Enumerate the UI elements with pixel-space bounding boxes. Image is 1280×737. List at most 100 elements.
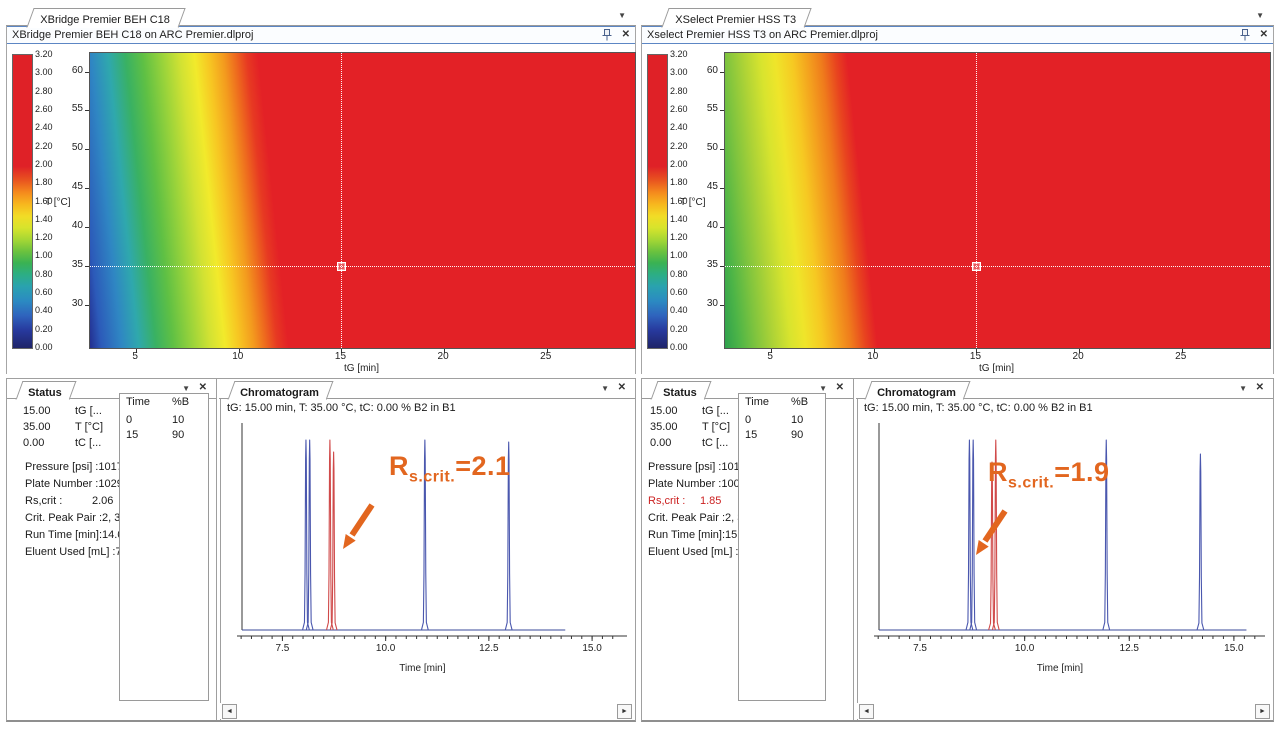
map-y-tick (720, 227, 724, 228)
chromatogram-tab-strip: Chromatogram ▼ ✕ (856, 379, 1273, 399)
colorbar-tick-label: 1.80 (670, 177, 688, 187)
colorbar-tick-label: 2.20 (670, 141, 688, 151)
map-x-tick-label: 5 (132, 351, 138, 362)
map-y-ticks: 60555045403530 (698, 52, 720, 347)
resolution-map: 3.203.002.802.602.402.202.001.801.601.40… (642, 44, 1273, 374)
annotation-sub: s.crit. (1008, 474, 1054, 491)
status-chromatogram-window: Status ▼ ✕ 15.00tG [...35.00T [°C]0.00tC… (641, 378, 1274, 722)
gradient-percent-cell: 10 (172, 414, 184, 426)
close-icon[interactable]: ✕ (199, 382, 207, 393)
status-param-label: Crit. Peak Pair : (648, 510, 725, 527)
status-input-label: T [°C] (702, 421, 730, 433)
map-x-tick-label: 5 (767, 351, 773, 362)
status-panel: Status ▼ ✕ 15.00tG [...35.00T [°C]0.00tC… (7, 379, 216, 720)
panel-menu-icon[interactable]: ▼ (1239, 384, 1247, 393)
scroll-left-button[interactable]: ◄ (222, 704, 237, 719)
status-input-label: tG [... (75, 405, 102, 417)
colorbar-tick-label: 2.60 (670, 104, 688, 114)
chromatogram-peak (1197, 454, 1204, 630)
rs-crit-annotation: Rs.crit.=1.9 (988, 457, 1110, 492)
gradient-table-header-time: Time (745, 396, 791, 408)
map-plot[interactable] (724, 52, 1271, 349)
chromatogram-tab[interactable]: Chromatogram (228, 381, 334, 400)
scroll-left-button[interactable]: ◄ (859, 704, 874, 719)
scroll-right-button[interactable]: ► (617, 704, 632, 719)
panel-menu-icon[interactable]: ▼ (601, 384, 609, 393)
close-icon[interactable]: ✕ (622, 30, 630, 40)
status-input-label: tG [... (702, 405, 729, 417)
pin-icon[interactable] (602, 29, 612, 41)
status-param-label: Eluent Used [mL] : (25, 544, 116, 561)
close-icon[interactable]: ✕ (1260, 30, 1268, 40)
pin-icon[interactable] (1240, 29, 1250, 41)
gradient-table-header: Time%B (739, 394, 825, 413)
status-tab-label: Status (28, 387, 62, 399)
colorbar-tick-label: 1.20 (35, 232, 53, 242)
status-tab-label: Status (663, 387, 697, 399)
chrom-x-tick-label: 10.0 (376, 643, 396, 654)
chromatogram-tab-label: Chromatogram (877, 387, 956, 399)
colorbar-tick-label: 0.20 (35, 324, 53, 334)
chromatogram-tab[interactable]: Chromatogram (865, 381, 971, 400)
map-y-tick (85, 305, 89, 306)
map-y-tick (85, 72, 89, 73)
panel-menu-icon[interactable]: ▼ (182, 384, 190, 393)
document-tab-label: XBridge Premier BEH C18 (40, 14, 170, 26)
status-tab[interactable]: Status (16, 381, 77, 400)
gradient-time-cell: 15 (126, 428, 172, 443)
chrom-x-tick-label: 12.5 (479, 643, 499, 654)
colorbar-tick-label: 2.60 (35, 104, 53, 114)
gradient-time-cell: 0 (745, 413, 791, 428)
cursor-marker[interactable] (972, 262, 981, 271)
annotation-arrow-icon (972, 507, 1012, 559)
scroll-right-button[interactable]: ► (1255, 704, 1270, 719)
status-input-value: 35.00 (23, 419, 75, 435)
status-input-label: tC [... (702, 437, 728, 449)
status-param-label: Rs,crit : (648, 493, 700, 510)
status-input-value: 15.00 (650, 403, 702, 419)
status-param-label: Pressure [psi] : (648, 459, 721, 476)
cursor-marker[interactable] (337, 262, 346, 271)
cursor-line-horizontal (90, 266, 635, 267)
tab-list-dropdown-icon[interactable]: ▼ (618, 11, 626, 21)
chrom-x-tick-label: 7.5 (913, 643, 927, 654)
map-y-tick-label: 35 (72, 259, 83, 270)
document-tab-xselect[interactable]: XSelect Premier HSS T3 (661, 8, 811, 28)
map-y-tick-label: 45 (707, 181, 718, 192)
chrom-x-tick-label: 15.0 (1224, 643, 1244, 654)
horizontal-scrollbar[interactable]: ◄ ► (857, 703, 1272, 719)
horizontal-scrollbar[interactable]: ◄ ► (220, 703, 634, 719)
annotation-value: =1.9 (1054, 457, 1109, 487)
colorbar (12, 54, 33, 349)
map-plot[interactable] (89, 52, 636, 349)
map-y-tick-label: 40 (72, 220, 83, 231)
colorbar-tick-label: 3.00 (670, 67, 688, 77)
map-x-axis-label: tG [min] (724, 363, 1269, 374)
chromatogram-conditions: tG: 15.00 min, T: 35.00 °C, tC: 0.00 % B… (864, 402, 1093, 414)
gradient-table-row: 1590 (739, 428, 825, 443)
map-x-tick-label: 25 (540, 351, 551, 362)
gradient-table-header-percent: %B (172, 396, 189, 408)
tab-list-dropdown-icon[interactable]: ▼ (1256, 11, 1264, 21)
colorbar-tick-label: 0.00 (35, 342, 53, 352)
resolution-map-window: Xselect Premier HSS T3 on ARC Premier.dl… (641, 26, 1274, 374)
annotation-r: R (389, 451, 409, 481)
map-y-tick (720, 72, 724, 73)
status-param-value: 2.06 (92, 495, 113, 507)
document-tab-xbridge[interactable]: XBridge Premier BEH C18 (26, 8, 185, 28)
gradient-percent-cell: 10 (791, 414, 803, 426)
colorbar-tick-label: 2.40 (670, 122, 688, 132)
close-icon[interactable]: ✕ (1256, 382, 1264, 393)
status-tab[interactable]: Status (651, 381, 712, 400)
close-icon[interactable]: ✕ (618, 382, 626, 393)
colorbar-tick-label: 0.60 (670, 287, 688, 297)
window-titlebar: Xselect Premier HSS T3 on ARC Premier.dl… (642, 26, 1273, 44)
colorbar-tick-label: 1.00 (35, 250, 53, 260)
map-y-tick (720, 266, 724, 267)
colorbar-tick-label: 0.80 (35, 269, 53, 279)
gradient-time-cell: 0 (126, 413, 172, 428)
map-x-tick-label: 10 (867, 351, 878, 362)
gradient-table-header-percent: %B (791, 396, 808, 408)
close-icon[interactable]: ✕ (836, 382, 844, 393)
panel-menu-icon[interactable]: ▼ (819, 384, 827, 393)
